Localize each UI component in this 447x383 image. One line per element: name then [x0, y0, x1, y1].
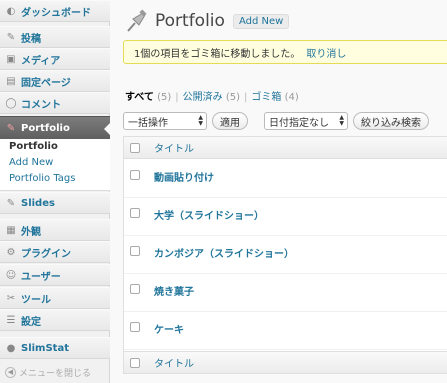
column-title-header[interactable]: タイトル [154, 140, 194, 155]
view-published-count: (5) [225, 92, 240, 103]
row-checkbox[interactable] [130, 284, 140, 294]
row-title-link[interactable]: カンボジア（スライドショー） [154, 245, 294, 260]
row-title-link[interactable]: 動画貼り付け [154, 169, 214, 184]
menu-comments[interactable]: ◯ コメント [0, 92, 110, 114]
portfolio-submenu: Portfolio Add New Portfolio Tags [0, 139, 110, 191]
select-all-checkbox-footer[interactable] [130, 357, 140, 368]
pages-icon: ▤ [6, 75, 16, 87]
add-new-button[interactable]: Add New [232, 13, 290, 29]
dashboard-icon: ◐ [6, 5, 16, 17]
select-arrows-icon: ▲ ▼ [198, 114, 203, 127]
row-checkbox[interactable] [130, 322, 140, 332]
table-actions: 一括操作 ▲ ▼ 適用 日付指定なし ▲ ▼ 絞り込み検索 [123, 112, 429, 130]
apply-button[interactable]: 適用 [212, 112, 248, 130]
posts-table: タイトル 動画貼り付け 大学（スライドショー） カンボジア（スライドショー） 焼… [123, 136, 447, 374]
plugin-icon: ⚙ [6, 246, 16, 258]
menu-plugins[interactable]: ⚙ プラグイン [0, 241, 110, 263]
menu-posts[interactable]: ✎ 投稿 [0, 26, 110, 48]
table-row: ケーキ [124, 312, 447, 350]
table-header: タイトル [124, 137, 447, 159]
menu-tools[interactable]: ✂ ツール [0, 287, 110, 309]
row-title-link[interactable]: ケーキ [154, 321, 184, 336]
main-content: Portfolio Add New 1個の項目をゴミ箱に移動しました。 取り消し… [111, 0, 447, 383]
menu-users[interactable]: ☺ ユーザー [0, 264, 110, 286]
media-icon: ▣ [6, 53, 16, 65]
undo-link[interactable]: 取り消し [306, 45, 346, 60]
pin-icon: ✎ [6, 122, 16, 134]
menu-settings[interactable]: ☰ 設定 [0, 309, 110, 331]
menu-media[interactable]: ▣ メディア [0, 48, 110, 70]
bulk-actions-select[interactable]: 一括操作 ▲ ▼ [123, 112, 207, 130]
table-row: 焼き菓子 [124, 274, 447, 312]
table-row: 動画貼り付け [124, 160, 447, 198]
users-icon: ☺ [5, 269, 17, 281]
menu-slides[interactable]: ✎ Slides [0, 192, 110, 214]
view-all-link[interactable]: すべて [125, 92, 154, 103]
pin-icon: ✎ [6, 31, 16, 43]
menu-dashboard[interactable]: ◐ ダッシュボード [0, 0, 110, 22]
row-checkbox[interactable] [130, 208, 140, 218]
trash-notice: 1個の項目をゴミ箱に移動しました。 取り消し [123, 40, 447, 64]
date-filter-select[interactable]: 日付指定なし ▲ ▼ [264, 112, 348, 130]
submenu-portfolio-tags[interactable]: Portfolio Tags [0, 171, 110, 187]
stats-icon: ● [6, 342, 16, 354]
row-checkbox[interactable] [130, 246, 140, 256]
collapse-arrow-icon: ◀ [5, 366, 16, 378]
table-row: カンボジア（スライドショー） [124, 236, 447, 274]
page-title: Portfolio [155, 11, 225, 31]
status-filter-links: すべて (5) | 公開済み (5) | ゴミ箱 (4) [125, 92, 299, 103]
filter-button[interactable]: 絞り込み検索 [353, 112, 429, 130]
pushpin-icon [127, 9, 147, 32]
row-title-link[interactable]: 焼き菓子 [154, 283, 194, 298]
row-title-link[interactable]: 大学（スライドショー） [154, 207, 264, 222]
submenu-add-new[interactable]: Add New [0, 155, 110, 171]
row-checkbox[interactable] [130, 170, 140, 180]
submenu-portfolio[interactable]: Portfolio [0, 139, 110, 155]
view-trash-link[interactable]: ゴミ箱 [251, 92, 281, 103]
column-title-footer[interactable]: タイトル [154, 355, 194, 370]
table-row: 大学（スライドショー） [124, 198, 447, 236]
menu-slimstat[interactable]: ● SlimStat [0, 337, 110, 359]
view-all-count: (5) [157, 92, 172, 103]
menu-pages[interactable]: ▤ 固定ページ [0, 70, 110, 92]
appearance-icon: ▦ [6, 224, 16, 236]
collapse-menu-button[interactable]: ◀ メニューを閉じる [0, 364, 110, 380]
select-all-checkbox[interactable] [130, 142, 140, 153]
notice-message: 1個の項目をゴミ箱に移動しました。 [134, 48, 301, 60]
settings-icon: ☰ [6, 314, 16, 326]
view-published-link[interactable]: 公開済み [183, 92, 223, 103]
page-header: Portfolio Add New [125, 6, 290, 36]
table-footer: タイトル [124, 351, 447, 373]
menu-appearance[interactable]: ▦ 外観 [0, 219, 110, 241]
admin-sidebar: ◐ ダッシュボード ✎ 投稿 ▣ メディア ▤ 固定ページ ◯ コメント ✎ Portfol… [0, 0, 111, 383]
select-arrows-icon: ▲ ▼ [339, 114, 344, 127]
pin-icon: ✎ [6, 197, 16, 209]
menu-portfolio[interactable]: ✎ Portfolio [0, 116, 111, 140]
comment-icon: ◯ [5, 97, 17, 109]
view-trash-count: (4) [284, 92, 299, 103]
tools-icon: ✂ [6, 292, 16, 304]
